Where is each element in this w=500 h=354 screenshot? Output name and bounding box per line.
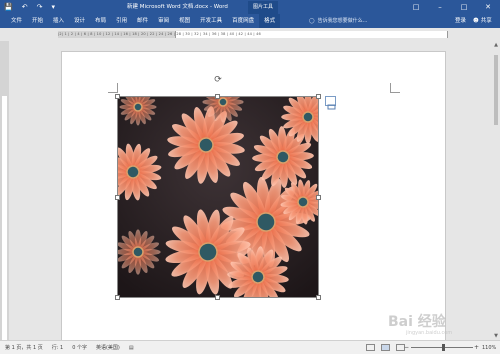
baidu-watermark: Bai 经验 jingyan.baidu.com xyxy=(388,308,483,336)
vertical-scrollbar[interactable]: ▲ ▼ xyxy=(492,41,500,340)
ribbon-tab-10[interactable]: 百度网盘 xyxy=(227,14,259,28)
vertical-ruler[interactable] xyxy=(0,41,9,340)
window-controls: □ – □ ✕ xyxy=(404,0,500,14)
ruler-numbers: |2| 1 | 2 | 4 | 6 | 8 | 10 | 12 | 14 | 1… xyxy=(58,32,261,36)
macro-record-icon[interactable]: ▤ xyxy=(129,345,134,351)
daisy-flowers-photo xyxy=(118,97,318,297)
ribbon-tab-7[interactable]: 审阅 xyxy=(153,14,174,28)
ribbon-tab-9[interactable]: 开发工具 xyxy=(195,14,227,28)
resize-handle-top[interactable] xyxy=(215,94,220,99)
zoom-out-icon[interactable]: − xyxy=(404,344,409,351)
scroll-down-icon[interactable]: ▼ xyxy=(492,332,500,340)
quick-access-toolbar: 💾 ↶ ↷ ▾ xyxy=(4,2,55,12)
scroll-up-icon[interactable]: ▲ xyxy=(492,41,500,49)
title-bar: 💾 ↶ ↷ ▾ 新建 Microsoft Word 文档.docx - Word… xyxy=(0,0,500,14)
scroll-thumb[interactable] xyxy=(494,55,498,125)
ribbon-tab-11[interactable]: 格式 xyxy=(259,14,281,28)
print-layout-icon[interactable] xyxy=(381,344,390,351)
tell-me-text: 告诉我您想要做什么... xyxy=(317,18,368,24)
contextual-tab-group-label: 图片工具 xyxy=(248,1,278,14)
margin-corner-top-right xyxy=(390,83,400,93)
zoom-in-icon[interactable]: + xyxy=(474,344,479,351)
read-mode-icon[interactable] xyxy=(366,344,375,351)
ribbon-tab-0[interactable]: 文件 xyxy=(6,14,27,28)
ribbon-tab-3[interactable]: 设计 xyxy=(69,14,90,28)
watermark-url: jingyan.baidu.com xyxy=(406,330,453,336)
resize-handle-right[interactable] xyxy=(316,195,321,200)
save-icon[interactable]: 💾 xyxy=(4,2,13,12)
status-info: 第 1 页，共 1 页 行: 1 0 个字 英语(美国) ▤ xyxy=(5,345,134,351)
ribbon-tab-5[interactable]: 引用 xyxy=(111,14,132,28)
resize-handle-bottom[interactable] xyxy=(215,295,220,300)
ribbon-tab-2[interactable]: 插入 xyxy=(48,14,69,28)
undo-icon[interactable]: ↶ xyxy=(22,2,28,12)
redo-icon[interactable]: ↷ xyxy=(37,2,43,12)
page-count[interactable]: 第 1 页，共 1 页 xyxy=(5,345,43,351)
resize-handle-bottom-left[interactable] xyxy=(115,295,120,300)
minimize-icon[interactable]: – xyxy=(428,0,452,14)
ribbon-tab-1[interactable]: 开始 xyxy=(27,14,48,28)
rotate-handle-icon[interactable]: ⟳ xyxy=(213,75,223,85)
ribbon-tab-6[interactable]: 邮件 xyxy=(132,14,153,28)
ribbon-tab-4[interactable]: 布局 xyxy=(90,14,111,28)
vertical-ruler-text-area xyxy=(2,96,7,340)
customize-icon[interactable]: ▾ xyxy=(51,2,55,12)
sign-in-link[interactable]: 登录 xyxy=(455,17,466,25)
resize-handle-left[interactable] xyxy=(115,195,120,200)
person-icon: ☻ xyxy=(473,18,479,24)
word-count[interactable]: 0 个字 xyxy=(72,345,87,351)
share-label: 共享 xyxy=(480,18,492,24)
ribbon-tabs: 文件 开始 插入 设计 布局 引用 邮件 审阅 视图 开发工具 百度网盘 格式 xyxy=(6,14,281,28)
window-title: 新建 Microsoft Word 文档.docx - Word xyxy=(127,4,228,10)
maximize-icon[interactable]: □ xyxy=(452,0,476,14)
horizontal-ruler[interactable]: |2| 1 | 2 | 4 | 6 | 8 | 10 | 12 | 14 | 1… xyxy=(0,28,500,41)
zoom-percent[interactable]: 110% xyxy=(482,345,496,351)
selected-picture[interactable] xyxy=(117,96,319,298)
line-number[interactable]: 行: 1 xyxy=(52,345,63,351)
zoom-slider-thumb[interactable] xyxy=(442,344,445,351)
share-button[interactable]: ☻ 共享 xyxy=(473,17,492,25)
margin-corner-top-left xyxy=(108,83,118,93)
tell-me-box[interactable]: ◯ 告诉我您想要做什么... xyxy=(309,17,367,25)
language[interactable]: 英语(美国) xyxy=(96,345,120,351)
layout-options-icon[interactable] xyxy=(325,96,336,110)
status-bar: 第 1 页，共 1 页 行: 1 0 个字 英语(美国) ▤ − + 110% xyxy=(0,340,500,354)
resize-handle-top-right[interactable] xyxy=(316,94,321,99)
ribbon-display-icon[interactable]: □ xyxy=(404,0,428,14)
view-buttons xyxy=(366,344,405,351)
ribbon-tab-bar: 文件 开始 插入 设计 布局 引用 邮件 审阅 视图 开发工具 百度网盘 格式 ◯ 告诉我您想要做什么… xyxy=(0,14,500,28)
watermark-text: Bai 经验 xyxy=(388,314,446,330)
resize-handle-top-left[interactable] xyxy=(115,94,120,99)
close-icon[interactable]: ✕ xyxy=(476,0,500,14)
resize-handle-bottom-right[interactable] xyxy=(316,295,321,300)
ribbon-tab-8[interactable]: 视图 xyxy=(174,14,195,28)
lightbulb-icon: ◯ xyxy=(309,18,315,24)
